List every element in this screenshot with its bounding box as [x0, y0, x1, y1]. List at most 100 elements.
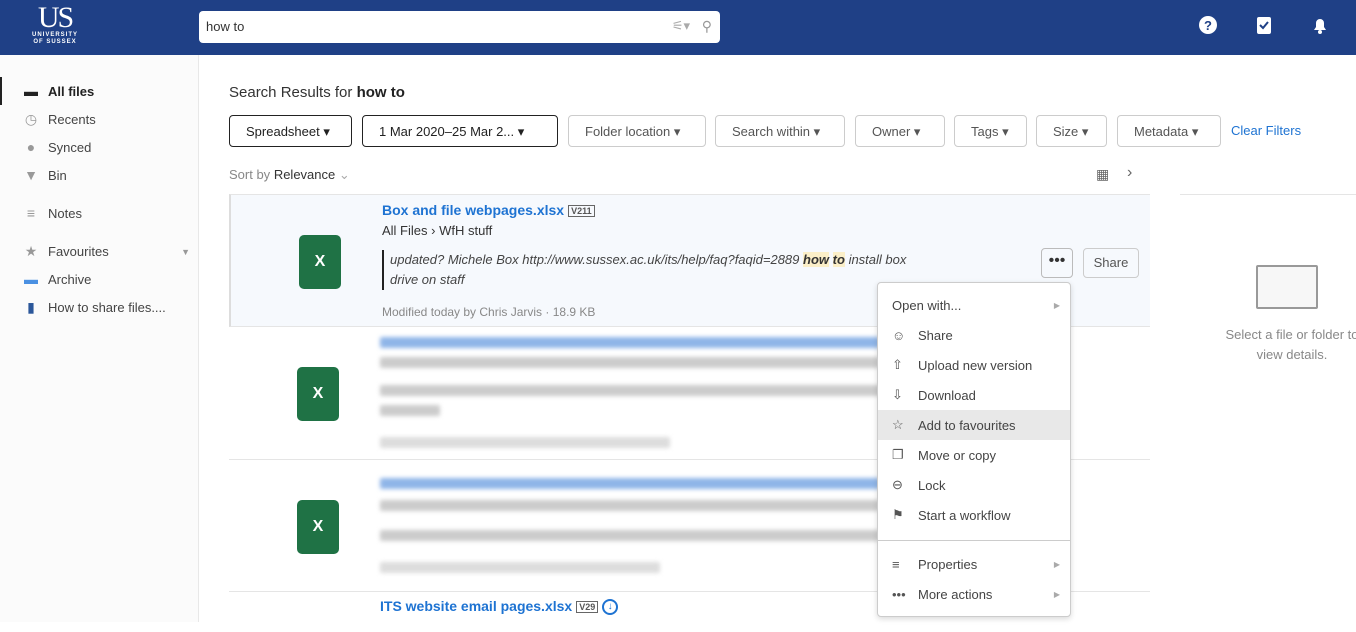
menu-share[interactable]: ☺ Share: [878, 320, 1070, 350]
chevron-right-icon[interactable]: ›: [1127, 164, 1132, 182]
label: Start a workflow: [918, 507, 1011, 523]
blurred-text: [380, 562, 660, 573]
file-name: ITS website email pages.xlsx: [380, 598, 573, 614]
help-icon[interactable]: ?: [1197, 15, 1219, 37]
details-empty-text: Select a file or folder to view details.: [1225, 327, 1356, 362]
label: Bin: [48, 167, 67, 183]
download-icon: ⇩: [892, 387, 903, 402]
label: Folder location: [585, 124, 671, 139]
chevron-down-icon[interactable]: ▼: [181, 247, 190, 257]
file-name: Box and file webpages.xlsx: [382, 202, 565, 218]
menu-download[interactable]: ⇩ Download: [878, 380, 1070, 410]
menu-more-actions[interactable]: ••• More actions ▶: [878, 579, 1070, 609]
menu-open-with[interactable]: Open with... ▶: [878, 290, 1070, 320]
label: Recents: [48, 112, 96, 127]
breadcrumb: All Files › WfH stuff: [382, 223, 493, 238]
tasks-icon[interactable]: [1253, 15, 1275, 37]
breadcrumb-folder[interactable]: WfH stuff: [439, 223, 492, 238]
filter-owner[interactable]: Owner ▾: [855, 115, 945, 147]
sidebar-item-recents[interactable]: ◷ Recents: [22, 111, 96, 128]
word-icon: ▮: [27, 299, 35, 315]
label: Notes: [48, 205, 82, 221]
top-bar: US UNIVERSITY OF SUSSEX how to ⚟▾ ⚲ ?: [0, 0, 1356, 55]
search-snippet: updated? Michele Box http://www.sussex.a…: [382, 250, 922, 290]
sidebar-item-how-to-share[interactable]: ▮ How to share files....: [22, 299, 166, 316]
blurred-text: [380, 500, 880, 511]
excel-file-icon: X: [299, 235, 341, 289]
label: Properties: [918, 556, 978, 572]
sidebar-item-notes[interactable]: ≡ Notes: [22, 205, 82, 221]
label: Move or copy: [918, 447, 997, 463]
highlight: to: [832, 252, 845, 267]
menu-divider: [878, 540, 1070, 541]
label: Download: [918, 387, 976, 403]
filter-date[interactable]: 1 Mar 2020–25 Mar 2... ▾: [362, 115, 558, 147]
menu-lock[interactable]: ⊖ Lock: [878, 470, 1070, 500]
more-icon: •••: [892, 586, 906, 602]
clock-icon: ◷: [24, 111, 38, 127]
sidebar-item-synced[interactable]: ● Synced: [22, 139, 92, 155]
empty-folder-illustration: [1256, 265, 1318, 309]
sidebar-item-bin[interactable]: ▼ Bin: [22, 167, 67, 183]
sort-control[interactable]: Sort by Relevance ⌄: [229, 167, 350, 183]
svg-text:?: ?: [1204, 18, 1212, 33]
label: Search within: [732, 124, 811, 139]
filter-folder-location[interactable]: Folder location ▾: [568, 115, 706, 147]
label: Archive: [48, 271, 92, 287]
lock-icon: ⊖: [892, 477, 903, 492]
label: Owner: [872, 124, 911, 139]
folder-icon: ▬: [24, 83, 38, 99]
label: 1 Mar 2020–25 Mar 2...: [379, 124, 515, 139]
bell-icon[interactable]: [1309, 15, 1331, 37]
snippet-text: updated? Michele Box http://www.sussex.a…: [390, 252, 800, 267]
menu-start-workflow[interactable]: ⚑ Start a workflow: [878, 500, 1070, 530]
copy-icon: ❐: [892, 447, 904, 462]
flag-icon: ⚑: [892, 507, 904, 522]
search-value: how to: [206, 19, 245, 34]
version-badge: V29: [576, 601, 599, 614]
label: Lock: [918, 477, 946, 493]
search-icon[interactable]: ⚲: [702, 18, 712, 35]
file-meta: Modified today by Chris Jarvis · 18.9 KB: [382, 305, 596, 319]
sidebar-item-favourites[interactable]: ★ Favourites ▼: [22, 243, 190, 260]
active-indicator: [0, 77, 2, 105]
grid-view-icon[interactable]: ▦: [1096, 166, 1109, 183]
blurred-text: [380, 530, 880, 541]
filter-icon[interactable]: ⚟▾: [672, 18, 690, 34]
label: Spreadsheet: [246, 124, 320, 139]
title-prefix: Search Results for: [229, 84, 353, 101]
menu-properties[interactable]: ≡ Properties ▶: [878, 549, 1070, 579]
filter-type[interactable]: Spreadsheet ▾: [229, 115, 352, 147]
filter-tags[interactable]: Tags ▾: [954, 115, 1027, 147]
blurred-text: [380, 385, 900, 396]
sync-icon: ●: [26, 139, 36, 155]
label: Tags: [971, 124, 999, 139]
file-name-link[interactable]: ITS website email pages.xlsx V29 ↓: [380, 598, 619, 616]
menu-move-or-copy[interactable]: ❐ Move or copy: [878, 440, 1070, 470]
details-panel: [1180, 194, 1356, 622]
university-logo[interactable]: US UNIVERSITY OF SUSSEX: [30, 3, 80, 46]
blurred-text: [380, 337, 880, 348]
label: All files: [48, 83, 95, 99]
sort-label: Sort by: [229, 167, 271, 182]
share-button[interactable]: Share: [1083, 248, 1139, 278]
sidebar-item-all-files[interactable]: ▬ All files: [22, 83, 94, 99]
upload-icon: ⇧: [892, 357, 903, 372]
menu-add-to-favourites[interactable]: ☆ Add to favourites: [878, 410, 1070, 440]
notes-icon: ≡: [26, 205, 36, 221]
more-options-button[interactable]: •••: [1041, 248, 1073, 278]
blurred-text: [380, 405, 440, 416]
file-name-link[interactable]: Box and file webpages.xlsx V211: [382, 202, 595, 218]
breadcrumb-all-files[interactable]: All Files: [382, 223, 428, 238]
filter-metadata[interactable]: Metadata ▾: [1117, 115, 1221, 147]
sidebar-item-archive[interactable]: ▬ Archive: [22, 271, 91, 287]
version-badge: V211: [568, 205, 595, 218]
search-input[interactable]: how to ⚟▾ ⚲: [199, 11, 720, 43]
filter-search-within[interactable]: Search within ▾: [715, 115, 845, 147]
label: Open with...: [892, 297, 962, 313]
menu-upload-new-version[interactable]: ⇧ Upload new version: [878, 350, 1070, 380]
sidebar: ▬ All files ◷ Recents ● Synced ▼ Bin ≡ Notes …: [0, 55, 199, 622]
filter-size[interactable]: Size ▾: [1036, 115, 1107, 147]
clear-filters-link[interactable]: Clear Filters: [1231, 123, 1301, 138]
page-title: Search Results for how to: [229, 84, 405, 101]
